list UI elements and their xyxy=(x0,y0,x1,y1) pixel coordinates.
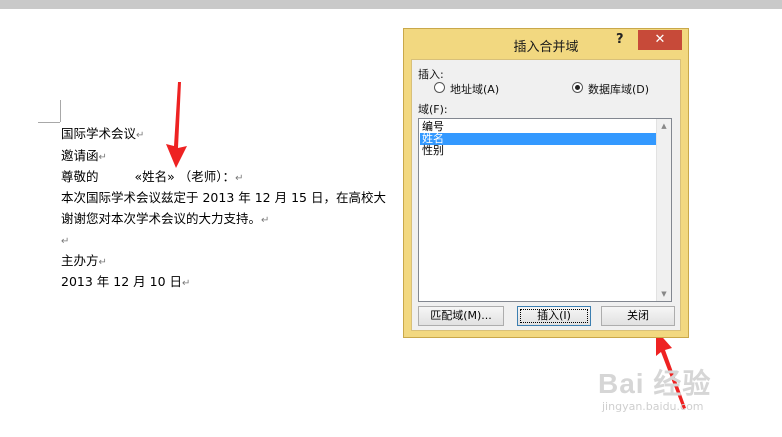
paragraph-mark: ↵ xyxy=(136,130,145,141)
close-button[interactable]: 关闭 xyxy=(601,306,675,326)
margin-corner-mark-horizontal xyxy=(38,122,60,123)
match-fields-button[interactable]: 匹配域(M)... xyxy=(418,306,504,326)
scroll-down-icon[interactable]: ▼ xyxy=(657,287,671,301)
insert-merge-field-dialog: 插入合并域 ? ✕ 插入: 地址域(A) 数据库域(D) 域(F): 编号 姓名… xyxy=(403,28,689,338)
paragraph-mark: ↵ xyxy=(261,215,270,226)
doc-text: 尊敬的 xyxy=(61,169,99,184)
scroll-up-icon[interactable]: ▲ xyxy=(657,119,671,133)
doc-text: （老师）： xyxy=(178,169,236,184)
dialog-titlebar[interactable]: 插入合并域 ? ✕ xyxy=(404,29,688,59)
doc-line-greeting: 尊敬的 «姓名» （老师）：↵ xyxy=(61,169,243,187)
paragraph-mark: ↵ xyxy=(98,152,107,163)
radio-address-label[interactable]: 地址域(A) xyxy=(450,81,499,97)
doc-text: 邀请函 xyxy=(61,148,99,163)
fields-listbox[interactable]: 编号 姓名 性别 ▲ ▼ xyxy=(418,118,672,302)
doc-line-body: 本次国际学术会议兹定于 2013 年 12 月 15 日，在高校大 xyxy=(61,190,386,206)
doc-text: 谢谢您对本次学术会议的大力支持。 xyxy=(61,211,262,226)
insert-button[interactable]: 插入(I) xyxy=(517,306,591,326)
listbox-scrollbar[interactable]: ▲ ▼ xyxy=(656,119,671,301)
doc-line-thanks: 谢谢您对本次学术会议的大力支持。↵ xyxy=(61,211,269,229)
doc-text: 2013 年 12 月 10 日 xyxy=(61,274,182,289)
paragraph-mark: ↵ xyxy=(61,236,70,247)
radio-database-label[interactable]: 数据库域(D) xyxy=(588,81,649,97)
dialog-body: 插入: 地址域(A) 数据库域(D) 域(F): 编号 姓名 性别 ▲ ▼ 匹配… xyxy=(411,59,681,331)
help-button[interactable]: ? xyxy=(616,32,624,47)
watermark-logo: Bai 经验 xyxy=(598,368,712,399)
radio-address-field[interactable] xyxy=(434,82,445,93)
doc-text: 主办方 xyxy=(61,253,99,268)
insert-label: 插入: xyxy=(418,68,444,81)
red-arrow-icon xyxy=(166,82,187,168)
doc-line-title: 国际学术会议↵ xyxy=(61,126,144,144)
doc-text: 国际学术会议 xyxy=(61,126,137,141)
radio-database-field[interactable] xyxy=(572,82,583,93)
doc-text: 本次国际学术会议兹定于 2013 年 12 月 15 日，在高校大 xyxy=(61,190,386,205)
paragraph-mark: ↵ xyxy=(235,173,244,184)
watermark: Bai 经验 jingyan.baidu.com xyxy=(598,362,712,413)
fields-label: 域(F): xyxy=(418,103,448,116)
doc-line-date: 2013 年 12 月 10 日↵ xyxy=(61,274,190,292)
paragraph-mark: ↵ xyxy=(182,278,191,289)
watermark-url: jingyan.baidu.com xyxy=(602,400,704,413)
list-item[interactable]: 性别 xyxy=(420,145,656,157)
merge-field-name[interactable]: «姓名» xyxy=(135,169,175,184)
margin-corner-mark xyxy=(60,100,61,122)
list-item-selected[interactable]: 姓名 xyxy=(420,133,656,145)
doc-line-organizer: 主办方↵ xyxy=(61,253,107,271)
doc-line-subtitle: 邀请函↵ xyxy=(61,148,107,166)
radio-selected-dot xyxy=(575,85,580,90)
doc-line-empty: ↵ xyxy=(61,232,69,250)
paragraph-mark: ↵ xyxy=(98,257,107,268)
dialog-close-button[interactable]: ✕ xyxy=(638,30,682,50)
list-item[interactable]: 编号 xyxy=(420,121,656,133)
